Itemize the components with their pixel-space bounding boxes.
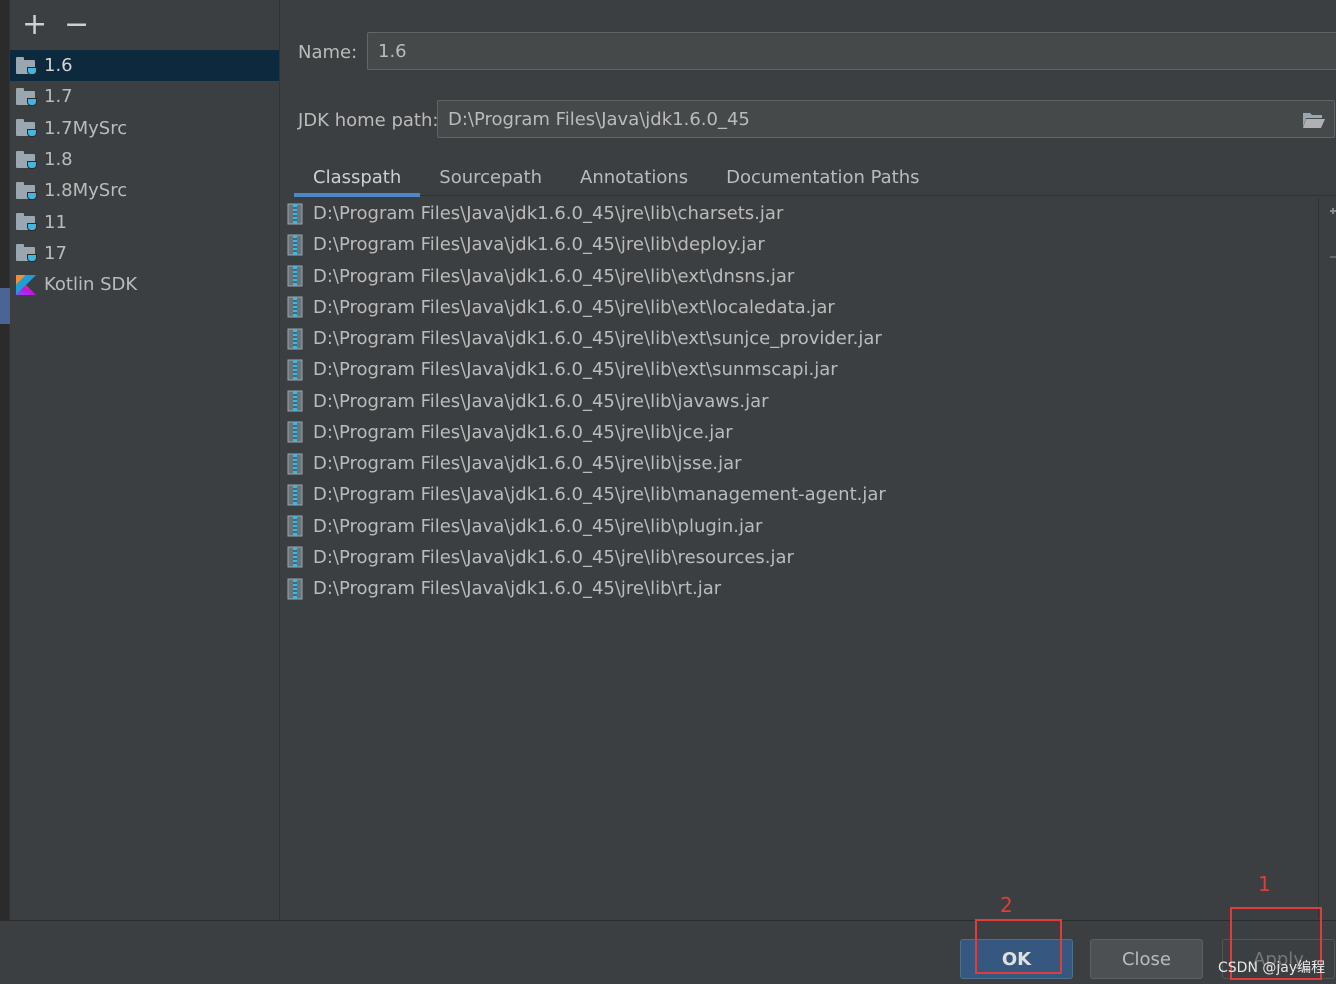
sdk-item-1-8mysrc[interactable]: 1.8MySrc — [10, 175, 279, 206]
add-sdk-button[interactable]: + — [22, 10, 47, 40]
close-button[interactable]: Close — [1090, 939, 1203, 979]
sdk-list: 1.6 1.7 1.7MySrc 1.8 1.8MySrc 11 17 Kotl… — [10, 50, 279, 300]
list-item[interactable]: D:\Program Files\Java\jdk1.6.0_45\jre\li… — [281, 573, 1318, 604]
watermark: CSDN @jay编程 — [1218, 960, 1326, 976]
classpath-entry: D:\Program Files\Java\jdk1.6.0_45\jre\li… — [313, 453, 742, 475]
list-item[interactable]: D:\Program Files\Java\jdk1.6.0_45\jre\li… — [281, 198, 1318, 229]
name-value: 1.6 — [378, 40, 407, 62]
jar-archive-icon — [287, 484, 303, 506]
jar-archive-icon — [287, 515, 303, 537]
sdk-item-label: Kotlin SDK — [44, 274, 138, 296]
jdk-folder-icon — [16, 87, 38, 107]
jdk-folder-icon — [16, 118, 38, 138]
kotlin-icon — [16, 274, 36, 295]
left-edge-strip — [0, 0, 10, 920]
jar-archive-icon — [287, 265, 303, 287]
jdk-home-value: D:\Program Files\Java\jdk1.6.0_45 — [448, 108, 750, 130]
list-side-toolbar[interactable] — [1320, 205, 1336, 265]
sdk-item-label: 17 — [44, 242, 67, 264]
left-edge-accent — [0, 288, 10, 324]
sdk-item-11[interactable]: 11 — [10, 206, 279, 237]
dialog-footer: OK Close Apply — [0, 920, 1336, 984]
list-item[interactable]: D:\Program Files\Java\jdk1.6.0_45\jre\li… — [281, 511, 1318, 542]
sdk-item-1-6[interactable]: 1.6 — [10, 50, 279, 82]
sdk-item-label: 1.6 — [44, 55, 73, 77]
sdk-item-kotlin-sdk[interactable]: Kotlin SDK — [10, 269, 279, 300]
jar-archive-icon — [287, 328, 303, 350]
list-item[interactable]: D:\Program Files\Java\jdk1.6.0_45\jre\li… — [281, 542, 1318, 573]
sdk-details-panel: Name: 1.6 JDK home path: D:\Program File… — [281, 0, 1336, 920]
remove-sdk-button[interactable]: − — [64, 10, 89, 40]
jdk-folder-icon — [16, 150, 38, 170]
jdk-folder-icon — [16, 243, 38, 263]
classpath-entry: D:\Program Files\Java\jdk1.6.0_45\jre\li… — [313, 390, 769, 412]
sdk-item-label: 1.8MySrc — [44, 180, 128, 202]
sdk-item-label: 1.7MySrc — [44, 117, 128, 139]
annotation-number-2: 2 — [1000, 893, 1013, 917]
annotation-box-ok — [975, 919, 1062, 974]
list-item[interactable]: D:\Program Files\Java\jdk1.6.0_45\jre\li… — [281, 229, 1318, 260]
list-item[interactable]: D:\Program Files\Java\jdk1.6.0_45\jre\li… — [281, 292, 1318, 323]
jdk-folder-icon — [16, 212, 38, 232]
sdk-item-label: 1.7 — [44, 86, 73, 108]
jar-archive-icon — [287, 203, 303, 225]
name-field[interactable]: 1.6 — [367, 32, 1336, 70]
classpath-entry: D:\Program Files\Java\jdk1.6.0_45\jre\li… — [313, 328, 882, 350]
list-item[interactable]: D:\Program Files\Java\jdk1.6.0_45\jre\li… — [281, 479, 1318, 510]
name-label: Name: — [298, 42, 358, 63]
jar-archive-icon — [287, 421, 303, 443]
classpath-entry: D:\Program Files\Java\jdk1.6.0_45\jre\li… — [313, 546, 794, 568]
tab-annotations[interactable]: Annotations — [561, 158, 707, 196]
tab-documentation-paths[interactable]: Documentation Paths — [707, 158, 938, 196]
classpath-entry: D:\Program Files\Java\jdk1.6.0_45\jre\li… — [313, 296, 835, 318]
tab-sourcepath[interactable]: Sourcepath — [420, 158, 561, 196]
sdk-item-label: 1.8 — [44, 149, 73, 171]
sdk-item-1-8[interactable]: 1.8 — [10, 144, 279, 175]
jar-archive-icon — [287, 546, 303, 568]
sdk-tabs: Classpath Sourcepath Annotations Documen… — [294, 158, 1336, 197]
jdk-home-label: JDK home path: — [298, 110, 439, 131]
classpath-entry: D:\Program Files\Java\jdk1.6.0_45\jre\li… — [313, 203, 784, 225]
list-item[interactable]: D:\Program Files\Java\jdk1.6.0_45\jre\li… — [281, 417, 1318, 448]
annotation-number-1: 1 — [1258, 872, 1271, 896]
classpath-entry: D:\Program Files\Java\jdk1.6.0_45\jre\li… — [313, 359, 838, 381]
classpath-entry: D:\Program Files\Java\jdk1.6.0_45\jre\li… — [313, 265, 795, 287]
classpath-entry: D:\Program Files\Java\jdk1.6.0_45\jre\li… — [313, 515, 763, 537]
classpath-entry: D:\Program Files\Java\jdk1.6.0_45\jre\li… — [313, 578, 722, 600]
list-item[interactable]: D:\Program Files\Java\jdk1.6.0_45\jre\li… — [281, 323, 1318, 354]
jar-archive-icon — [287, 390, 303, 412]
jar-archive-icon — [287, 296, 303, 318]
jar-archive-icon — [287, 578, 303, 600]
sdk-item-label: 11 — [44, 211, 67, 233]
tab-classpath[interactable]: Classpath — [294, 158, 421, 197]
folder-open-icon[interactable] — [1302, 110, 1326, 130]
classpath-entry: D:\Program Files\Java\jdk1.6.0_45\jre\li… — [313, 421, 733, 443]
classpath-list: D:\Program Files\Java\jdk1.6.0_45\jre\li… — [281, 198, 1319, 918]
sdk-item-1-7mysrc[interactable]: 1.7MySrc — [10, 113, 279, 144]
list-item[interactable]: D:\Program Files\Java\jdk1.6.0_45\jre\li… — [281, 386, 1318, 417]
sdk-item-17[interactable]: 17 — [10, 238, 279, 269]
list-item[interactable]: D:\Program Files\Java\jdk1.6.0_45\jre\li… — [281, 448, 1318, 479]
sdk-sidebar: + − 1.6 1.7 1.7MySrc 1.8 1.8MySrc 11 17 … — [10, 0, 280, 920]
list-item[interactable]: D:\Program Files\Java\jdk1.6.0_45\jre\li… — [281, 261, 1318, 292]
jar-archive-icon — [287, 453, 303, 475]
jar-archive-icon — [287, 359, 303, 381]
sdk-item-1-7[interactable]: 1.7 — [10, 81, 279, 112]
jdk-folder-icon — [16, 181, 38, 201]
jdk-home-field[interactable]: D:\Program Files\Java\jdk1.6.0_45 — [437, 100, 1335, 138]
jdk-folder-icon — [16, 56, 38, 76]
sidebar-toolbar: + − — [10, 0, 279, 50]
list-item[interactable]: D:\Program Files\Java\jdk1.6.0_45\jre\li… — [281, 354, 1318, 385]
classpath-entry: D:\Program Files\Java\jdk1.6.0_45\jre\li… — [313, 234, 765, 256]
jar-archive-icon — [287, 234, 303, 256]
classpath-entry: D:\Program Files\Java\jdk1.6.0_45\jre\li… — [313, 484, 886, 506]
